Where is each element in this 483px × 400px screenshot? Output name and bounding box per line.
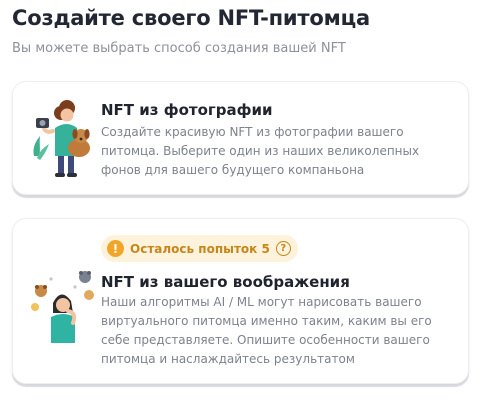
attempts-badge: ! Осталось попыток 5 ?: [101, 235, 298, 262]
page-title: Создайте своего NFT-питомца: [12, 6, 370, 30]
option-title: NFT из фотографии: [101, 101, 273, 119]
option-card-photo[interactable]: NFT из фотографии Создайте красивую NFT …: [12, 81, 469, 195]
nft-creation-page: Создайте своего NFT-питомца Вы можете вы…: [0, 0, 483, 400]
attempts-text: Осталось попыток 5: [130, 241, 270, 256]
option-description: Наши алгоритмы AI / ML могут нарисовать …: [101, 295, 432, 366]
warning-icon: !: [107, 240, 124, 257]
option-description: Создайте красивую NFT из фотографии ваше…: [101, 125, 420, 177]
woman-thinking-about-pets-illustration: [31, 271, 94, 343]
page-subtitle: Вы можете выбрать способ создания вашей …: [12, 41, 346, 56]
option-title: NFT из вашего воображения: [101, 273, 350, 291]
woman-with-dog-photo-illustration: [33, 100, 90, 177]
option-card-imagination[interactable]: ! Осталось попыток 5 ? NFT из вашего воо…: [12, 218, 469, 384]
help-icon[interactable]: ?: [275, 241, 291, 256]
